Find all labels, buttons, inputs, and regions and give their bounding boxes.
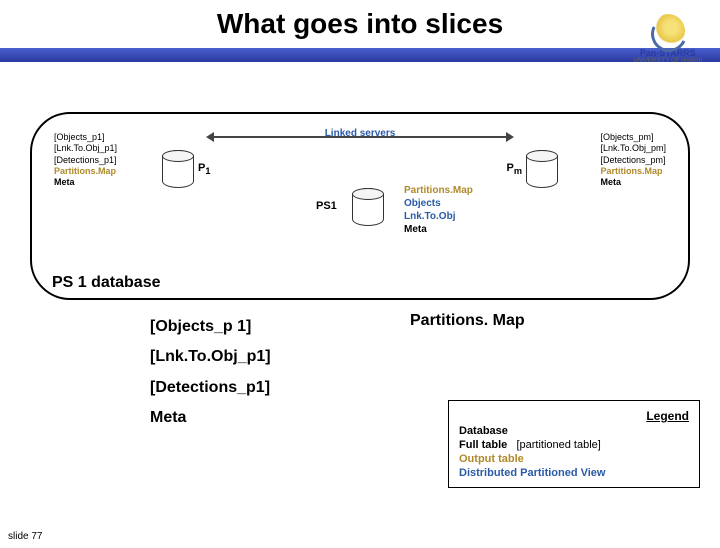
meta-pm: Meta: [600, 177, 666, 188]
ps1-database-box: Linked servers [Objects_p1] [Lnk.To.Obj_…: [30, 112, 690, 300]
ps1-lnktoobj: Lnk.To.Obj: [404, 210, 473, 223]
pm-label: Pm: [507, 162, 523, 176]
objects-p1: [Objects_p1]: [54, 132, 117, 143]
partitionsmap-pm: Partitions.Map: [600, 166, 666, 177]
database-icon: [162, 150, 194, 188]
ps1-table-list: Partitions.Map Objects Lnk.To.Obj Meta: [404, 184, 473, 236]
meta-p1: Meta: [54, 177, 117, 188]
legend-output-table: Output table: [459, 453, 689, 465]
legend-full-table: Full table: [459, 439, 507, 451]
title-bar: [0, 48, 720, 62]
database-icon: [526, 150, 558, 188]
legend-database: Database: [459, 425, 689, 437]
ps1-objects: Objects: [404, 197, 473, 210]
objects-pm: [Objects_pm]: [600, 132, 666, 143]
panstarrs-logo: Pan-STARRS UNIVERSITY OF HAWAII: [634, 14, 702, 64]
detections-pm: [Detections_pm]: [600, 155, 666, 166]
slice-pm-tables: [Objects_pm] [Lnk.To.Obj_pm] [Detections…: [600, 132, 666, 188]
legend-partitioned-table: [partitioned table]: [516, 439, 600, 451]
logo-sun-icon: [651, 14, 685, 48]
p1-label: P1: [198, 162, 210, 176]
ps1-label: PS1: [316, 200, 337, 212]
ps1-cylinder: PS1: [352, 188, 384, 231]
detections-p1: [Detections_p1]: [54, 155, 117, 166]
legend-table-row: Full table [partitioned table]: [459, 439, 689, 451]
lnktoobj-pm: [Lnk.To.Obj_pm]: [600, 143, 666, 154]
slide-title: What goes into slices: [0, 8, 720, 40]
summary-partitionsmap: Partitions. Map: [410, 312, 525, 330]
ps1-meta: Meta: [404, 223, 473, 236]
summary-lnktoobj: [Lnk.To.Obj_p1]: [150, 342, 690, 372]
summary-detections: [Detections_p1]: [150, 373, 690, 403]
ps1-database-label: PS 1 database: [52, 274, 161, 292]
linked-servers-arrow-icon: [212, 136, 508, 138]
legend-title: Legend: [459, 409, 689, 423]
ps1-partitionsmap: Partitions.Map: [404, 184, 473, 197]
legend-dpv: Distributed Partitioned View: [459, 467, 689, 479]
database-icon: [352, 188, 384, 226]
p1-cylinder: P1: [162, 150, 194, 193]
logo-subtext: UNIVERSITY OF HAWAII: [634, 58, 702, 64]
pm-cylinder: Pm: [526, 150, 558, 193]
slice-p1-tables: [Objects_p1] [Lnk.To.Obj_p1] [Detections…: [54, 132, 117, 188]
partitionsmap-p1: Partitions.Map: [54, 166, 117, 177]
slide-number: slide 77: [8, 531, 42, 542]
legend-box: Legend Database Full table [partitioned …: [448, 400, 700, 488]
lnktoobj-p1: [Lnk.To.Obj_p1]: [54, 143, 117, 154]
